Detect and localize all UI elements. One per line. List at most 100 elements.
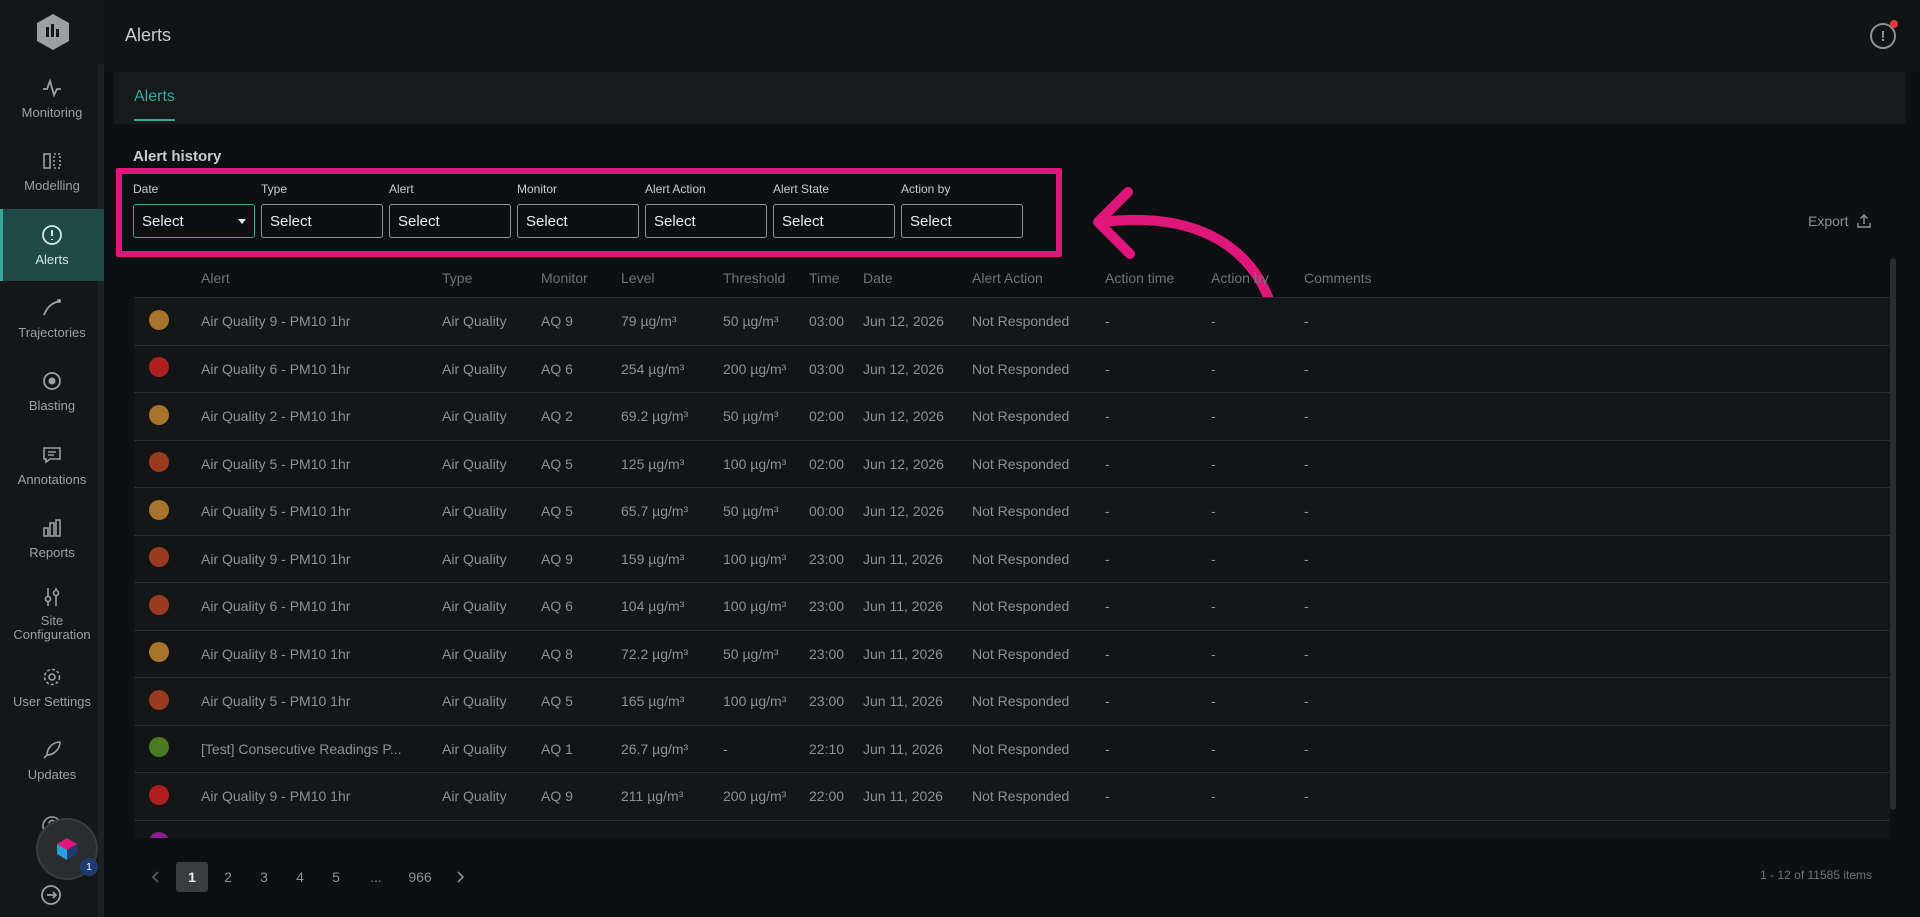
chevron-left-icon — [151, 871, 159, 883]
cell-level: 211 µg/m³ — [621, 788, 684, 805]
page-button[interactable]: 3 — [248, 862, 280, 892]
cell-time: 22:00 — [809, 788, 845, 805]
upload-icon — [1857, 213, 1872, 228]
cell-alert: Air Quality 9 - PM10 1hr — [201, 788, 351, 805]
export-button[interactable]: Export — [1808, 213, 1872, 229]
column-header[interactable]: Level — [621, 270, 723, 286]
sidebar-item-reports[interactable]: Reports — [0, 502, 104, 574]
severity-cell — [134, 547, 201, 570]
alerts-table: Alert Type Monitor Level Threshold Time Date Al… — [134, 258, 1890, 838]
column-header[interactable]: Action time — [1105, 270, 1211, 286]
column-header[interactable]: Monitor — [541, 270, 621, 286]
page-button[interactable]: 2 — [212, 862, 244, 892]
table-row[interactable]: [Test] Consecutive Readings P... Air Qual… — [134, 725, 1890, 773]
filter-select[interactable]: Select — [517, 204, 639, 238]
sidebar-item-user-settings[interactable]: User Settings — [0, 651, 104, 723]
sidebar-item-label: Alerts — [35, 251, 69, 267]
cell-level: 79 µg/m³ — [621, 313, 677, 330]
cell-time: 02:00 — [809, 455, 845, 472]
prev-page-button[interactable] — [140, 862, 172, 892]
severity-cell — [134, 689, 201, 713]
sidebar-item-label: Site Configuration — [13, 613, 91, 642]
cell-time: 23:00 — [809, 598, 845, 615]
page-button[interactable]: 5 — [320, 862, 352, 892]
table-row[interactable]: Air Quality 9 - PM10 1hr Air Quality AQ 9 1… — [134, 535, 1890, 583]
column-header[interactable]: Alert Action — [972, 270, 1105, 286]
table-row[interactable] — [134, 820, 1890, 838]
sidebar-item-blasting[interactable]: Blasting — [0, 355, 104, 427]
sidebar-item-label: Reports — [29, 544, 75, 560]
sidebar-item-site-configuration[interactable]: Site Configuration — [0, 578, 104, 650]
cell-monitor: AQ 1 — [541, 740, 573, 757]
cell-alert: Air Quality 9 - PM10 1hr — [201, 313, 351, 330]
table-row[interactable]: Air Quality 5 - PM10 1hr Air Quality AQ 5 6… — [134, 488, 1890, 536]
column-header[interactable]: Comments — [1304, 270, 1464, 286]
notifications-button[interactable]: ! — [1870, 20, 1898, 49]
chat-logo-icon — [57, 838, 77, 860]
page-button[interactable]: 1 — [176, 862, 208, 892]
filter-select[interactable]: Select — [645, 204, 767, 238]
pagination: 1 2 3 4 5... 966 — [140, 862, 476, 892]
cell-monitor: AQ 9 — [541, 313, 573, 330]
sidebar-item-label: Monitoring — [21, 104, 83, 120]
severity-indicator-icon — [149, 594, 169, 615]
sidebar-item-trajectories[interactable]: Trajectories — [0, 282, 104, 354]
page-button[interactable]: 966 — [400, 862, 440, 892]
filter-select[interactable]: Select — [773, 204, 895, 238]
cell-date: Jun 12, 2026 — [863, 360, 944, 377]
cell-monitor: AQ 6 — [541, 598, 573, 615]
table-scrollbar[interactable] — [1890, 258, 1896, 810]
filter-select[interactable]: Select — [901, 204, 1023, 238]
gear-icon — [41, 666, 63, 688]
column-header[interactable]: Threshold — [723, 270, 809, 286]
severity-indicator-icon — [149, 784, 169, 805]
column-header[interactable]: Type — [442, 270, 541, 286]
table-row[interactable]: Air Quality 8 - PM10 1hr Air Quality AQ 8 7… — [134, 630, 1890, 678]
cell-comments: - — [1304, 645, 1309, 662]
cell-comments: - — [1304, 360, 1309, 377]
cell-threshold: 100 µg/m³ — [723, 550, 787, 567]
sidebar-item-alerts[interactable]: Alerts — [0, 209, 104, 281]
cell-time: 03:00 — [809, 313, 845, 330]
table-row[interactable]: Air Quality 6 - PM10 1hr Air Quality AQ 6 1… — [134, 583, 1890, 631]
app-logo-icon[interactable] — [33, 12, 73, 52]
column-header[interactable]: Action by — [1211, 270, 1304, 286]
cell-comments: - — [1304, 693, 1309, 710]
cell-level: 69.2 µg/m³ — [621, 408, 689, 425]
filter-select-value: Select — [910, 213, 952, 230]
cell-threshold: 100 µg/m³ — [723, 693, 787, 710]
filter-select[interactable]: Select — [389, 204, 511, 238]
filter-select[interactable]: Select — [261, 204, 383, 238]
chat-unread-badge: 1 — [80, 858, 98, 876]
tab-alerts[interactable]: Alerts — [134, 88, 175, 121]
logout-icon[interactable] — [40, 884, 62, 906]
cell-time: 23:00 — [809, 693, 845, 710]
filter-select-value: Select — [526, 213, 568, 230]
cell-alert: Air Quality 9 - PM10 1hr — [201, 550, 351, 567]
table-row[interactable]: Air Quality 9 - PM10 1hr Air Quality AQ 9 7… — [134, 298, 1890, 346]
filter-select[interactable]: Select — [133, 204, 255, 238]
table-row[interactable]: Air Quality 9 - PM10 1hr Air Quality AQ 9 2… — [134, 773, 1890, 821]
cell-level: 165 µg/m³ — [621, 693, 685, 710]
table-row[interactable]: Air Quality 6 - PM10 1hr Air Quality AQ 6 2… — [134, 345, 1890, 393]
sidebar-item-updates[interactable]: Updates — [0, 724, 104, 796]
next-page-button[interactable] — [444, 862, 476, 892]
cell-alert: Air Quality 6 - PM10 1hr — [201, 598, 351, 615]
column-header[interactable]: Time — [809, 270, 863, 286]
page-button[interactable]: 4 — [284, 862, 316, 892]
column-header[interactable]: Date — [863, 270, 972, 286]
table-row[interactable]: Air Quality 5 - PM10 1hr Air Quality AQ 5 1… — [134, 440, 1890, 488]
cell-action-time: - — [1105, 645, 1110, 662]
filter-date: Date Select — [133, 182, 255, 238]
cell-alert: Air Quality 5 - PM10 1hr — [201, 503, 351, 520]
table-row[interactable]: Air Quality 5 - PM10 1hr Air Quality AQ 5 1… — [134, 678, 1890, 726]
cell-type: Air Quality — [442, 693, 507, 710]
column-header[interactable]: Alert — [201, 270, 442, 286]
sidebar-item-modelling[interactable]: Modelling — [0, 135, 104, 207]
table-row[interactable]: Air Quality 2 - PM10 1hr Air Quality AQ 2 6… — [134, 393, 1890, 441]
sidebar-item-annotations[interactable]: Annotations — [0, 429, 104, 501]
filter-alert-state: Alert State Select — [773, 182, 895, 238]
severity-indicator-icon — [149, 499, 169, 520]
cell-level: 104 µg/m³ — [621, 598, 685, 615]
sidebar-item-monitoring[interactable]: Monitoring — [0, 62, 104, 134]
